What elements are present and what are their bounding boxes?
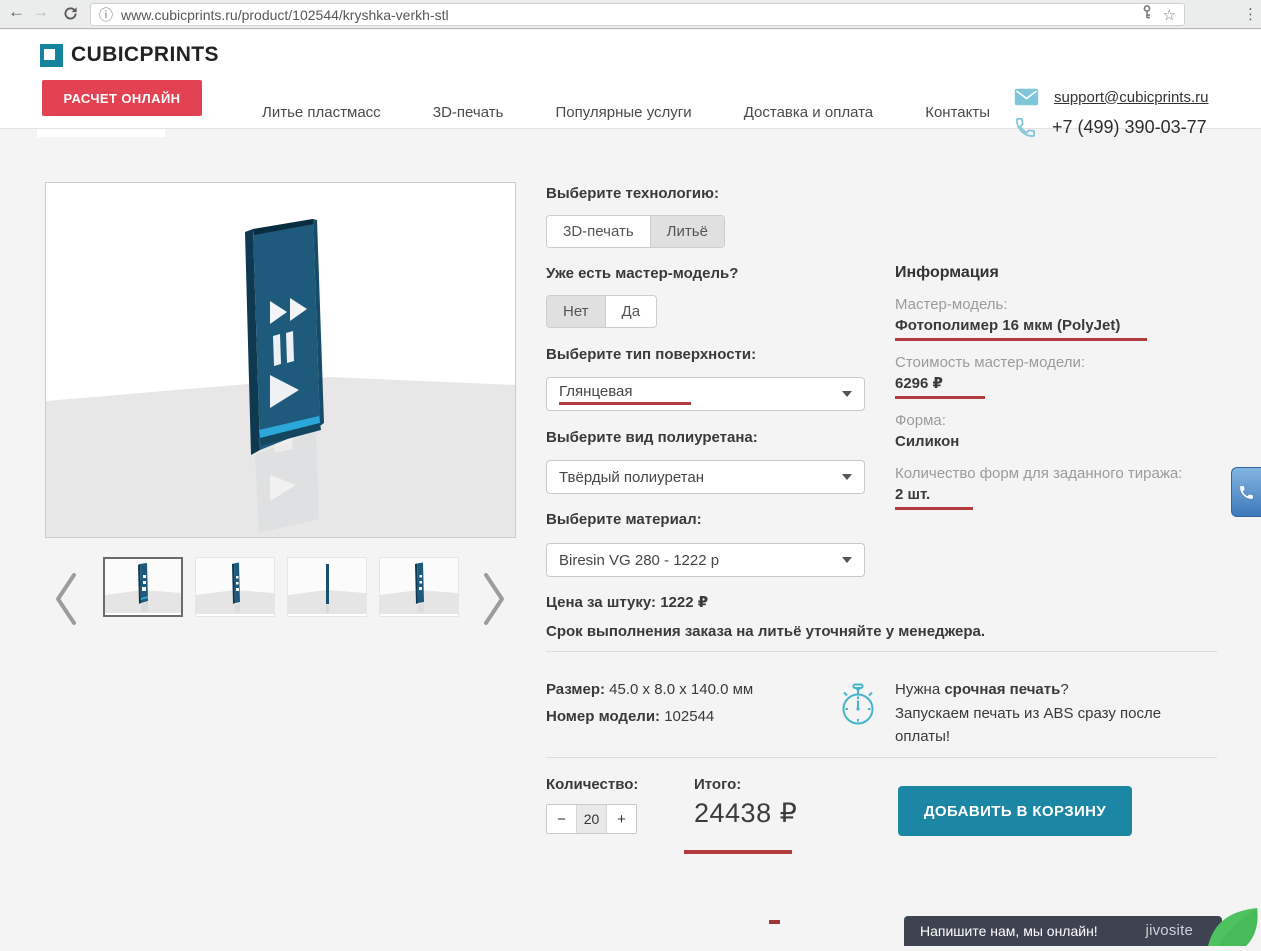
thumbnail-view-2[interactable] — [195, 557, 275, 617]
master-model-option-no[interactable]: Нет — [547, 296, 605, 327]
add-to-cart-button[interactable]: ДОБАВИТЬ В КОРЗИНУ — [898, 786, 1132, 836]
support-email-link[interactable]: support@cubicprints.ru — [1054, 89, 1208, 106]
total-price: 24438 ₽ — [694, 798, 797, 829]
site-header: CUBICPRINTS РАСЧЕТ ОНЛАЙН Литье пластмас… — [0, 30, 1261, 129]
browser-forward-icon[interactable]: → — [32, 2, 49, 22]
logo-text: CUBICPRINTS — [71, 43, 219, 67]
gallery-prev-icon[interactable] — [52, 571, 80, 632]
material-select[interactable]: Biresin VG 280 - 1222 р — [546, 543, 865, 577]
size-value: 45.0 x 8.0 x 140.0 мм — [605, 681, 753, 698]
callback-widget-button[interactable] — [1231, 467, 1261, 517]
info-row-label: Количество форм для заданного тиража: — [895, 463, 1235, 484]
quantity-label: Количество: — [546, 776, 638, 793]
info-panel-title: Информация — [895, 264, 1235, 282]
master-model-question-label: Уже есть мастер-модель? — [546, 265, 866, 283]
master-model-toggle: Нет Да — [546, 295, 657, 328]
master-model-cost-value: 6296 ₽ — [895, 373, 985, 399]
product-render-viewport[interactable] — [45, 182, 516, 538]
technology-label: Выберите технологию: — [546, 185, 866, 203]
surface-type-value: Глянцевая — [559, 383, 691, 405]
phone-handset-icon — [1238, 484, 1255, 501]
polyurethane-label: Выберите вид полиуретана: — [546, 429, 866, 447]
master-model-option-yes[interactable]: Да — [605, 296, 657, 327]
address-bar[interactable]: ⓘ www.cubicprints.ru/product/102544/krys… — [90, 3, 1185, 26]
nav-item-plastic-casting[interactable]: Литье пластмасс — [262, 104, 381, 121]
urgent-print-note: Нужна срочная печать? Запускаем печать и… — [895, 678, 1213, 749]
page-info-icon[interactable]: ⓘ — [99, 5, 113, 25]
polyurethane-select[interactable]: Твёрдый полиуретан — [546, 460, 865, 494]
urgent-bold: срочная печать — [944, 681, 1060, 698]
stopwatch-icon — [836, 680, 880, 735]
quantity-increase-button[interactable]: + — [607, 805, 636, 833]
thumbnail-view-1[interactable] — [103, 557, 183, 617]
info-row-label: Форма: — [895, 410, 1235, 431]
bookmark-star-icon[interactable]: ☆ — [1163, 6, 1176, 24]
master-model-value: Фотополимер 16 мкм (PolyJet) — [895, 315, 1147, 341]
site-logo[interactable]: CUBICPRINTS — [40, 43, 219, 67]
product-page: Выберите технологию: 3D-печать Литьё Уже… — [0, 130, 1261, 945]
browser-back-icon[interactable]: ← — [8, 2, 25, 22]
logo-cube-icon — [40, 44, 63, 67]
email-icon — [1014, 88, 1039, 106]
chat-message: Напишите нам, мы онлайн! — [920, 916, 1098, 946]
thumbnail-view-3[interactable] — [287, 557, 367, 617]
nav-item-contacts[interactable]: Контакты — [925, 104, 990, 121]
url-text[interactable]: www.cubicprints.ru/product/102544/kryshk… — [121, 7, 1141, 23]
technology-option-casting[interactable]: Литьё — [650, 216, 724, 247]
material-label: Выберите материал: — [546, 511, 866, 529]
phone-icon — [1014, 116, 1037, 139]
quantity-stepper: − 20 + — [546, 804, 637, 834]
annotation-mark — [769, 920, 780, 924]
total-annotation-underline — [684, 850, 792, 854]
surface-type-label: Выберите тип поверхности: — [546, 346, 866, 364]
info-row-label: Мастер-модель: — [895, 294, 1235, 315]
info-panel: Информация Мастер-модель: Фотополимер 16… — [895, 264, 1235, 510]
lead-time-note: Срок выполнения заказа на литьё уточняйт… — [546, 623, 866, 640]
mold-count-value: 2 шт. — [895, 484, 973, 510]
total-label: Итого: — [694, 776, 741, 793]
model-number-label: Номер модели: — [546, 708, 660, 725]
polyurethane-value: Твёрдый полиуретан — [559, 469, 704, 486]
divider — [546, 651, 1217, 652]
content-tab-stub — [37, 129, 165, 137]
browser-menu-icon[interactable]: ⋮ — [1243, 5, 1258, 23]
password-key-icon[interactable] — [1141, 5, 1153, 24]
main-navigation: Литье пластмасс 3D-печать Популярные усл… — [262, 104, 990, 121]
online-calculation-button[interactable]: РАСЧЕТ ОНЛАЙН — [42, 80, 202, 116]
divider — [546, 757, 1217, 758]
technology-option-3d-print[interactable]: 3D-печать — [547, 216, 650, 247]
urgent-line2: Запускаем печать из ABS сразу после опла… — [895, 705, 1161, 746]
info-row-label: Стоимость мастер-модели: — [895, 352, 1235, 373]
contact-email-row: support@cubicprints.ru — [1014, 88, 1208, 106]
chat-widget-bar[interactable]: Напишите нам, мы онлайн! jivosite — [904, 916, 1222, 946]
nav-item-popular-services[interactable]: Популярные услуги — [555, 104, 691, 121]
urgent-prefix: Нужна — [895, 681, 944, 698]
model-number-value: 102544 — [660, 708, 714, 725]
nav-item-3d-print[interactable]: 3D-печать — [433, 104, 504, 121]
product-render — [46, 183, 515, 537]
quantity-value[interactable]: 20 — [576, 805, 607, 833]
nav-item-delivery-payment[interactable]: Доставка и оплата — [744, 104, 873, 121]
gallery-next-icon[interactable] — [480, 571, 508, 632]
technology-toggle: 3D-печать Литьё — [546, 215, 725, 248]
chat-brand: jivosite — [1146, 916, 1193, 946]
unit-price: Цена за штуку: 1222 ₽ — [546, 593, 866, 611]
contact-phone-row: +7 (499) 390-03-77 — [1014, 116, 1207, 139]
chevron-down-icon — [842, 474, 852, 480]
model-details: Размер: 45.0 x 8.0 x 140.0 мм Номер моде… — [546, 676, 753, 730]
browser-refresh-icon[interactable] — [62, 5, 79, 27]
configuration-options: Выберите технологию: 3D-печать Литьё Уже… — [546, 185, 866, 640]
chevron-down-icon — [842, 557, 852, 563]
mold-type-value: Силикон — [895, 433, 959, 450]
quantity-decrease-button[interactable]: − — [547, 805, 576, 833]
thumbnail-view-4[interactable] — [379, 557, 459, 617]
size-label: Размер: — [546, 681, 605, 698]
browser-toolbar: ← → ⓘ www.cubicprints.ru/product/102544/… — [0, 0, 1261, 29]
urgent-suffix: ? — [1060, 681, 1068, 698]
material-value: Biresin VG 280 - 1222 р — [559, 552, 719, 569]
support-phone-number[interactable]: +7 (499) 390-03-77 — [1052, 117, 1207, 138]
chevron-down-icon — [842, 391, 852, 397]
surface-type-select[interactable]: Глянцевая — [546, 377, 865, 411]
